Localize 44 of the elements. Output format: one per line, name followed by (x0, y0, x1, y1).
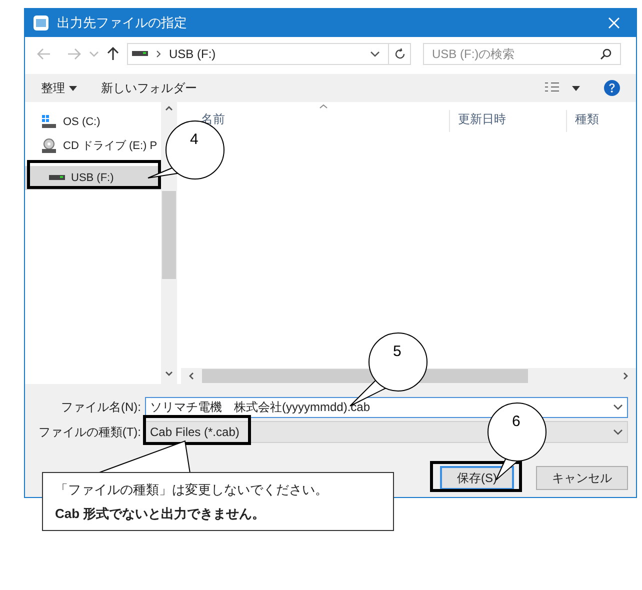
callout-number: 5 (393, 343, 402, 360)
callout-number: 4 (190, 131, 198, 148)
address-bar[interactable]: USB (F:) (127, 43, 411, 65)
chevron-down-icon (613, 404, 623, 410)
up-arrow-icon[interactable] (107, 47, 119, 61)
note-text: 「ファイルの種類」は変更しないでください。 (55, 481, 329, 499)
drive-icon (49, 175, 65, 181)
scroll-right-icon[interactable] (623, 372, 628, 380)
close-icon[interactable] (608, 17, 620, 29)
scroll-down-icon[interactable] (165, 371, 173, 376)
new-folder-button[interactable]: 新しいフォルダー (101, 79, 197, 97)
organize-button[interactable]: 整理 (41, 79, 77, 97)
sidebar-item-label: OS (C:) (63, 114, 100, 130)
caret-icon (69, 86, 77, 90)
search-field[interactable]: USB (F:)の検索 (423, 43, 621, 65)
address-path: USB (F:) (169, 46, 216, 63)
caret-icon[interactable] (572, 86, 580, 90)
scroll-up-icon[interactable] (165, 106, 173, 111)
view-list-icon[interactable] (544, 82, 560, 94)
recent-chevron-icon (89, 51, 99, 57)
search-icon (600, 48, 612, 60)
chevron-down-icon (370, 51, 380, 57)
sidebar-item[interactable]: CD ドライブ (E:) P (25, 134, 161, 158)
column-header[interactable]: 種類 (566, 110, 636, 132)
chevron-down-icon (613, 429, 623, 435)
app-icon (33, 15, 49, 31)
refresh-icon[interactable] (394, 48, 406, 60)
disc-drive-icon (41, 138, 57, 154)
note-text: Cab 形式でないと出力できません。 (55, 504, 266, 523)
column-header[interactable]: 更新日時 (449, 110, 566, 132)
sidebar-item[interactable]: OS (C:) (25, 110, 161, 134)
help-icon[interactable] (604, 80, 620, 96)
sidebar-item-label: USB (F:) (71, 170, 114, 186)
scroll-left-icon[interactable] (189, 372, 194, 380)
filename-label: ファイル名(N): (60, 399, 142, 416)
scrollbar-thumb[interactable] (162, 191, 176, 279)
drive-icon (132, 51, 148, 57)
filetype-label: ファイルの種類(T): (37, 424, 142, 441)
save-button[interactable]: 保存(S) (440, 466, 514, 490)
window-title: 出力先ファイルの指定 (57, 14, 187, 32)
sort-caret-icon (319, 104, 328, 109)
drive-icon (41, 115, 57, 129)
cancel-button[interactable]: キャンセル (536, 466, 628, 490)
sidebar-item-label: CD ドライブ (E:) P (63, 138, 158, 154)
